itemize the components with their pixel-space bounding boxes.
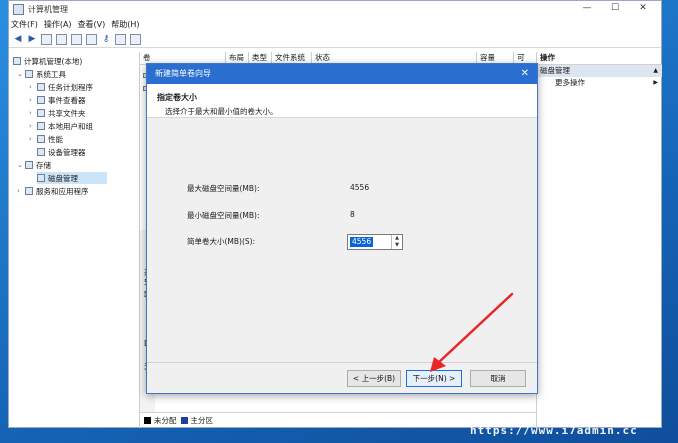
tree-item-shared-folders[interactable]: › 共享文件夹 bbox=[29, 107, 86, 119]
actions-more[interactable]: 更多操作 ▶ bbox=[537, 77, 662, 89]
unallocated-swatch bbox=[144, 416, 151, 424]
close-button[interactable]: ✕ bbox=[630, 1, 656, 17]
forward-arrow-icon[interactable]: ▶ bbox=[27, 34, 37, 44]
primary-swatch bbox=[180, 416, 188, 424]
volume-size-stepper[interactable]: 4556 ▲ ▼ bbox=[347, 234, 403, 250]
maximize-button[interactable]: ☐ bbox=[602, 1, 628, 17]
wizard-heading: 指定卷大小 bbox=[157, 93, 197, 102]
wizard-subheading: 选择介于最大和最小值的卷大小。 bbox=[165, 107, 278, 116]
min-space-value: 8 bbox=[350, 210, 355, 219]
chevron-right-icon[interactable]: › bbox=[29, 135, 37, 143]
users-icon bbox=[37, 122, 45, 130]
performance-icon bbox=[37, 135, 45, 143]
tree-item-disk-management[interactable]: 磁盘管理 bbox=[37, 172, 107, 184]
tree-item-services-apps[interactable]: › 服务和应用程序 bbox=[17, 185, 89, 197]
actions-disk-management[interactable]: 磁盘管理 ▲ bbox=[537, 65, 662, 77]
tree-item-storage[interactable]: ⌄ 存储 bbox=[17, 159, 51, 171]
services-icon bbox=[25, 187, 33, 195]
new-simple-volume-wizard: 新建简单卷向导 ✕ 指定卷大小 选择介于最大和最小值的卷大小。 最大磁盘空间量(… bbox=[146, 63, 538, 394]
chevron-right-icon[interactable]: › bbox=[29, 96, 37, 104]
legend-primary: 主分区 bbox=[190, 415, 214, 425]
toolbar: ◀ ▶ ⚷ bbox=[9, 31, 661, 48]
folder-icon[interactable] bbox=[41, 33, 52, 45]
minimize-button[interactable]: — bbox=[574, 1, 600, 17]
view-icon[interactable] bbox=[130, 33, 141, 45]
stepper-arrows[interactable]: ▲ ▼ bbox=[391, 235, 402, 249]
device-manager-icon bbox=[37, 148, 45, 156]
legend-unallocated: 未分配 bbox=[154, 415, 177, 425]
checklist-icon[interactable] bbox=[115, 33, 126, 45]
watermark: https://www.i7admin.cc bbox=[470, 424, 638, 437]
menubar: 文件(F) 操作(A) 查看(V) 帮助(H) bbox=[9, 17, 661, 31]
tree-item-task-scheduler[interactable]: › 任务计划程序 bbox=[29, 81, 93, 93]
volume-size-input[interactable]: 4556 bbox=[350, 237, 374, 247]
wizard-header: 指定卷大小 选择介于最大和最小值的卷大小。 bbox=[147, 84, 537, 118]
min-space-label: 最小磁盘空间量(MB): bbox=[187, 211, 260, 220]
window-titlebar[interactable]: 计算机管理 bbox=[9, 1, 661, 17]
tree-item-root[interactable]: 计算机管理(本地) bbox=[13, 55, 82, 67]
back-arrow-icon[interactable]: ◀ bbox=[13, 34, 23, 44]
tree-item-local-users[interactable]: › 本地用户和组 bbox=[29, 120, 93, 132]
key-icon[interactable]: ⚷ bbox=[101, 34, 111, 44]
tree-item-device-manager[interactable]: 设备管理器 bbox=[37, 146, 86, 158]
chevron-down-icon[interactable]: ⌄ bbox=[17, 70, 25, 78]
chevron-down-icon[interactable]: ⌄ bbox=[17, 161, 25, 169]
actions-header: 操作 bbox=[537, 52, 662, 65]
console-tree-icon[interactable] bbox=[56, 33, 67, 45]
menu-file[interactable]: 文件(F) bbox=[11, 19, 38, 30]
volume-size-label: 简单卷大小(MB)(S): bbox=[187, 237, 256, 246]
console-tree: 计算机管理(本地) ⌄ 系统工具 › 任务计划程序 › 事件查看器 › 共享文件… bbox=[9, 52, 140, 428]
menu-action[interactable]: 操作(A) bbox=[44, 19, 72, 30]
wizard-close-button[interactable]: ✕ bbox=[521, 64, 529, 84]
tree-item-event-viewer[interactable]: › 事件查看器 bbox=[29, 94, 86, 106]
collapse-triangle-icon[interactable]: ▲ bbox=[653, 65, 658, 77]
window-title: 计算机管理 bbox=[28, 4, 68, 14]
properties-icon[interactable] bbox=[86, 33, 97, 45]
tree-item-performance[interactable]: › 性能 bbox=[29, 133, 63, 145]
storage-icon bbox=[25, 161, 33, 169]
event-log-icon bbox=[37, 96, 45, 104]
menu-view[interactable]: 查看(V) bbox=[78, 19, 106, 30]
tools-icon bbox=[25, 70, 33, 78]
submenu-triangle-icon: ▶ bbox=[653, 79, 658, 86]
chevron-right-icon[interactable]: › bbox=[29, 83, 37, 91]
next-button[interactable]: 下一步(N) > bbox=[406, 370, 462, 387]
chevron-right-icon[interactable]: › bbox=[29, 109, 37, 117]
menu-help[interactable]: 帮助(H) bbox=[111, 19, 139, 30]
wizard-button-divider bbox=[147, 362, 537, 363]
shared-folder-icon bbox=[37, 109, 45, 117]
max-space-label: 最大磁盘空间量(MB): bbox=[187, 184, 260, 193]
stepper-up-icon[interactable]: ▲ bbox=[392, 235, 402, 242]
back-button[interactable]: < 上一步(B) bbox=[347, 370, 401, 387]
stepper-down-icon[interactable]: ▼ bbox=[392, 242, 402, 249]
chevron-right-icon[interactable]: › bbox=[29, 122, 37, 130]
max-space-value: 4556 bbox=[350, 183, 370, 192]
actions-pane: 操作 磁盘管理 ▲ 更多操作 ▶ bbox=[536, 52, 662, 428]
chevron-right-icon[interactable]: › bbox=[17, 187, 25, 195]
tree-item-system-tools[interactable]: ⌄ 系统工具 bbox=[17, 68, 66, 80]
computer-management-icon bbox=[13, 3, 24, 15]
wizard-titlebar[interactable]: 新建简单卷向导 ✕ bbox=[147, 64, 537, 84]
cancel-button[interactable]: 取消 bbox=[470, 370, 526, 387]
wizard-title: 新建简单卷向导 bbox=[155, 69, 211, 78]
help-icon[interactable] bbox=[71, 33, 82, 45]
computer-icon bbox=[13, 57, 21, 65]
clock-icon bbox=[37, 83, 45, 91]
disk-icon bbox=[37, 174, 45, 182]
